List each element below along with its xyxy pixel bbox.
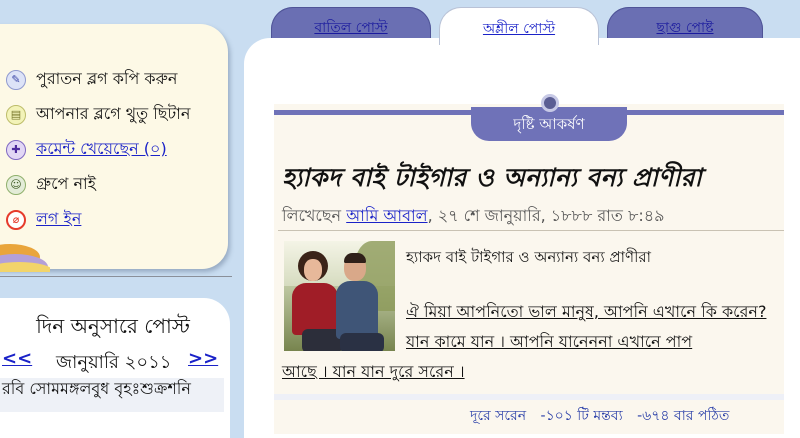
current-month: জানুয়ারি ২০১১ (56, 352, 172, 373)
prev-month-link[interactable]: << (2, 348, 32, 369)
post-title: হ্যাকদ বাই টাইগার ও অন্যান্য বন্য প্রাণী… (282, 163, 703, 192)
menu-item-login[interactable]: ⌀ লগ ইন (6, 202, 226, 237)
post-subtitle: হ্যাকদ বাই টাইগার ও অন্যান্য বন্য প্রাণী… (406, 248, 651, 266)
calendar-weekdays: রবি সোমমঙ্গলবুধ বৃহঃশুক্রশনি (0, 378, 224, 412)
post-footer: দূরে সরেন -১০১ টি মন্তব্য -৬৭৪ বার পঠিত (470, 404, 780, 428)
meta-divider (278, 230, 784, 231)
post-meta: লিখেছেন আমি আবাল, ২৭ শে জানুয়ারি, ১৮৮৮ … (282, 203, 782, 230)
post-footer-divider (274, 394, 784, 400)
menu-item-label: আপনার ব্লগে থুতু ছিটান (36, 104, 191, 123)
user-menu-list: ✎ পুরাতন ব্লগ কপি করুন ▤ আপনার ব্লগে থুত… (6, 62, 226, 237)
tab-goat-posts[interactable]: ছাগু পোষ্ট (607, 7, 763, 41)
meta-prefix: লিখেছেন (282, 206, 342, 225)
tab-obscene-posts[interactable]: অশ্লীল পোস্ট (439, 7, 599, 45)
sidebar-divider (0, 276, 232, 277)
tab-label[interactable]: বাতিল পোস্ট (314, 16, 387, 40)
read-count: -৬৭৪ বার পঠিত (637, 408, 730, 424)
menu-item-label: গ্রুপে নাই (36, 174, 96, 193)
comment-count[interactable]: -১০১ টি মন্তব্য (541, 408, 623, 424)
tab-rejected-posts[interactable]: বাতিল পোস্ট (271, 7, 431, 41)
decorative-swirl (0, 240, 50, 272)
menu-item-spit-blog[interactable]: ▤ আপনার ব্লগে থুতু ছিটান (6, 97, 226, 132)
next-month-link[interactable]: >> (188, 348, 218, 369)
post-excerpt: ঐ মিয়া আপনিতো ভাল মানুষ, আপনি এখানে কি … (406, 297, 776, 357)
pencil-icon: ✎ (6, 69, 26, 90)
post-thumbnail[interactable] (284, 241, 395, 351)
tab-label[interactable]: অশ্লীল পোস্ট (483, 17, 555, 41)
comments-link[interactable]: কমেন্ট খেয়েছেন (০) (36, 136, 167, 163)
post-date: , ২৭ শে জানুয়ারি, ১৮৮৮ রাত ৮:৪৯ (427, 206, 665, 225)
login-link[interactable]: লগ ইন (36, 206, 81, 233)
post-excerpt-link-tail[interactable]: আছে । যান যান দুরে সরেন । (282, 362, 465, 381)
post-excerpt-tail: আছে । যান যান দুরে সরেন । (282, 357, 772, 387)
menu-item-comments[interactable]: ✚ কমেন্ট খেয়েছেন (০) (6, 132, 226, 167)
post-excerpt-link[interactable]: ঐ মিয়া আপনিতো ভাল মানুষ, আপনি এখানে কি … (406, 302, 766, 351)
section-label: দৃষ্টি আকর্ষণ (471, 107, 627, 141)
author-link[interactable]: আমি আবাল (346, 206, 427, 225)
login-icon: ⌀ (6, 209, 26, 230)
menu-item-label: পুরাতন ব্লগ কপি করুন (36, 69, 178, 88)
group-icon: ☺ (6, 174, 26, 195)
date-archive-title: দিন অনুসারে পোস্ট (36, 314, 190, 338)
date-archive-nav: << জানুয়ারি ২০১১ >> (0, 348, 226, 374)
pin-icon (541, 94, 559, 112)
dismiss-link[interactable]: দূরে সরেন (470, 408, 526, 424)
note-icon: ▤ (6, 104, 26, 125)
menu-item-group[interactable]: ☺ গ্রুপে নাই (6, 167, 226, 202)
tab-label[interactable]: ছাগু পোষ্ট (656, 16, 713, 40)
menu-item-copy-blog[interactable]: ✎ পুরাতন ব্লগ কপি করুন (6, 62, 226, 97)
comment-icon: ✚ (6, 139, 26, 160)
